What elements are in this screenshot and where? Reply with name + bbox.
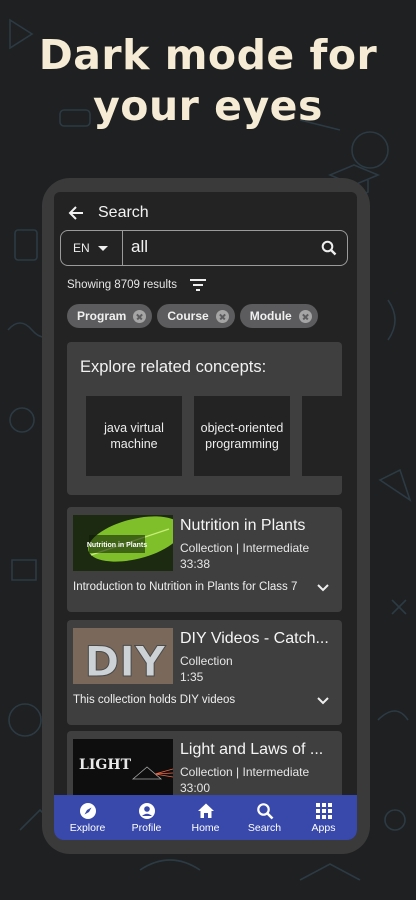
search-input[interactable]: all [123,237,315,259]
thumb-text: DIY [85,637,166,684]
headline-line-1: Dark mode for [38,31,378,79]
search-icon [256,802,274,820]
apps-grid-icon [315,802,333,820]
chip-module[interactable]: Module [239,304,318,328]
chevron-down-icon[interactable] [316,694,330,708]
nav-apps[interactable]: Apps [295,802,353,834]
search-bar: EN all [60,230,348,266]
nav-search[interactable]: Search [236,802,294,834]
remove-chip-icon[interactable] [133,309,147,323]
card-title: Light and Laws of ... [180,741,324,758]
caret-down-icon [97,245,108,251]
result-card[interactable]: Nutrition in Plants Nutrition in Plants … [67,507,342,612]
filter-chips: Program Course Module [67,304,318,328]
card-meta: Collection 1:35 [180,654,233,685]
language-select[interactable]: EN [61,231,123,265]
card-meta: Collection | Intermediate 33:38 [180,541,309,572]
card-type-level: Collection [180,654,233,668]
concept-card[interactable]: J [302,396,342,476]
home-icon [197,802,215,820]
bottom-navigation: Explore Profile Home Search Apps [54,795,357,840]
chip-program[interactable]: Program [67,304,153,328]
thumbnail-image: Nutrition in Plants [73,515,173,571]
nav-label: Profile [131,821,162,834]
nav-label: Apps [311,821,336,834]
card-type-level: Collection | Intermediate [180,541,310,555]
chip-label: Module [249,309,292,323]
compass-icon [79,802,97,820]
headline-line-2: your eyes [93,82,323,130]
card-duration: 1:35 [180,669,204,684]
remove-chip-icon[interactable] [298,309,312,323]
phone-frame: Search EN all Showing 8709 results Progr… [42,178,370,854]
nav-label: Search [247,821,282,834]
card-title: Nutrition in Plants [180,517,306,534]
nav-explore[interactable]: Explore [59,802,117,834]
search-icon[interactable] [315,234,343,262]
card-description: Introduction to Nutrition in Plants for … [73,581,298,593]
concept-card[interactable]: java virtual machine [86,396,182,476]
account-circle-icon [138,802,156,820]
nav-profile[interactable]: Profile [118,802,176,834]
language-value: EN [73,241,90,255]
results-count: Showing 8709 results [67,279,177,291]
app-screen: Search EN all Showing 8709 results Progr… [54,192,357,840]
page-title: Search [98,204,149,221]
concept-list: java virtual machine object-oriented pro… [86,396,342,476]
related-concepts-title: Explore related concepts: [80,358,267,376]
top-bar: Search [54,192,357,234]
chip-label: Course [167,309,209,323]
chip-label: Program [77,309,127,323]
nav-label: Explore [69,821,106,834]
chip-course[interactable]: Course [157,304,235,328]
promo-headline: Dark mode for your eyes [0,30,416,132]
results-summary: Showing 8709 results [67,278,207,292]
concept-card[interactable]: object-oriented programming [194,396,290,476]
card-duration: 33:38 [180,556,211,571]
result-card[interactable]: DIY DIY Videos - Catch... Collection 1:3… [67,620,342,725]
thumbnail-image: DIY [73,628,173,684]
related-concepts-panel: Explore related concepts: java virtual m… [67,342,342,495]
card-title: DIY Videos - Catch... [180,630,329,647]
nav-label: Home [191,821,220,834]
card-type-level: Collection | Intermediate [180,765,310,779]
back-arrow-icon[interactable] [66,203,86,223]
nav-home[interactable]: Home [177,802,235,834]
filter-icon[interactable] [189,278,207,292]
remove-chip-icon[interactable] [215,309,229,323]
card-duration: 33:00 [180,780,211,795]
thumb-text: Nutrition in Plants [87,542,147,549]
thumbnail-image: LIGHT [73,739,173,795]
thumb-text: LIGHT [79,757,132,773]
chevron-down-icon[interactable] [316,581,330,595]
card-description: This collection holds DIY videos [73,694,236,706]
card-meta: Collection | Intermediate 33:00 [180,765,309,796]
